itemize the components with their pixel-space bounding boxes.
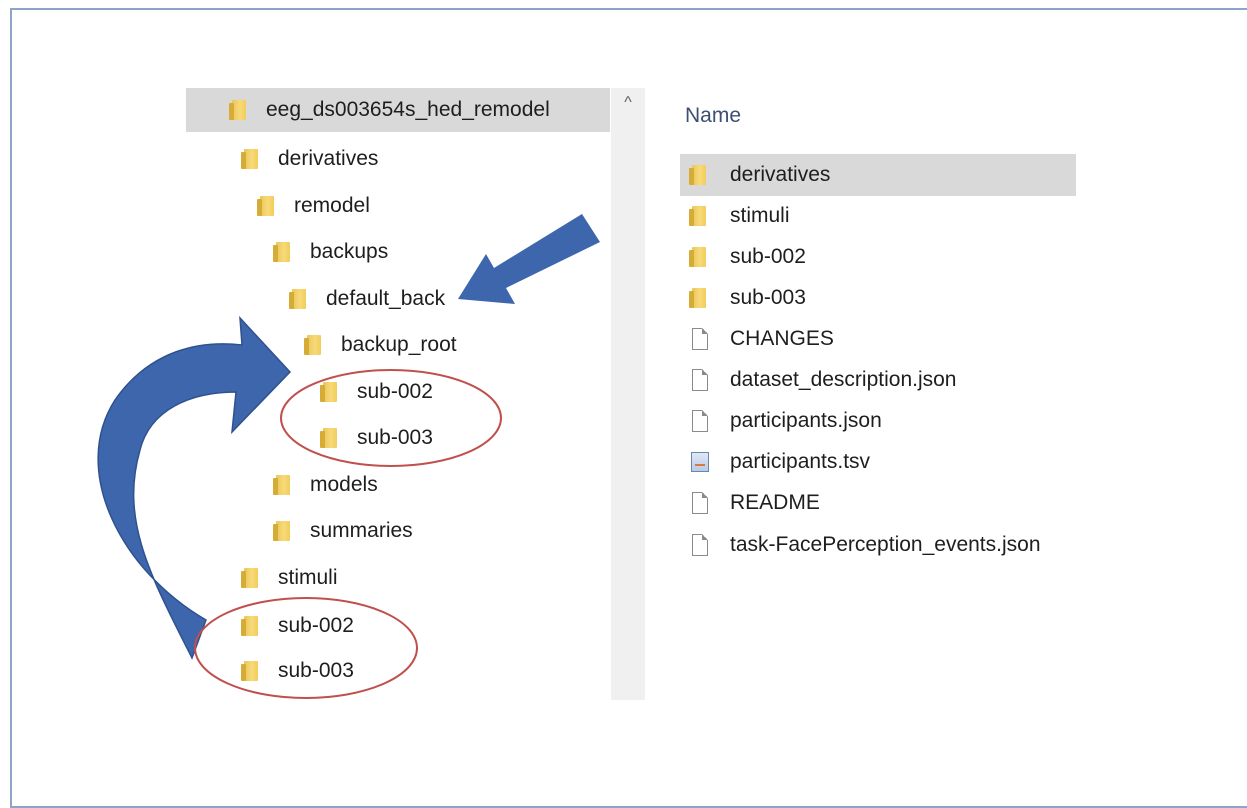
folder-icon — [689, 288, 706, 308]
folder-icon — [689, 206, 706, 226]
file-row-derivatives[interactable]: derivatives — [680, 154, 1076, 196]
tree-item-stimuli[interactable]: stimuli — [241, 556, 338, 600]
file-name: task-FacePerception_events.json — [730, 533, 1041, 556]
tree-item-label: sub-002 — [357, 380, 433, 403]
spreadsheet-icon — [691, 452, 709, 472]
tree-item-summaries[interactable]: summaries — [273, 509, 413, 553]
scroll-up-button[interactable]: ^ — [611, 88, 645, 118]
tree-item-label: derivatives — [278, 147, 379, 170]
tree-item-label: sub-003 — [278, 659, 354, 682]
tree-item-label: summaries — [310, 519, 413, 542]
folder-icon — [304, 335, 321, 355]
file-row-dataset-description[interactable]: dataset_description.json — [680, 359, 1076, 401]
file-name: stimuli — [730, 204, 790, 227]
tree-scrollbar[interactable]: ^ — [611, 88, 645, 700]
tree-item-remodel[interactable]: remodel — [257, 184, 370, 228]
tree-item-sub-003[interactable]: sub-003 — [241, 649, 354, 693]
tree-item-label: default_back — [326, 287, 446, 310]
folder-icon — [241, 661, 258, 681]
tree-item-root[interactable]: eeg_ds003654s_hed_remodel — [186, 88, 610, 132]
tree-item-label: sub-002 — [278, 614, 354, 637]
tree-item-backup-sub-002[interactable]: sub-002 — [320, 370, 433, 414]
file-row-readme[interactable]: README — [680, 482, 1076, 524]
folder-icon — [689, 247, 706, 267]
file-name: README — [730, 491, 820, 514]
tree-item-backups[interactable]: backups — [273, 230, 389, 274]
file-name: participants.json — [730, 409, 882, 432]
document-icon — [692, 492, 708, 514]
folder-icon — [273, 242, 290, 262]
folder-icon — [257, 196, 274, 216]
file-name: sub-003 — [730, 286, 806, 309]
column-header-name[interactable]: Name — [685, 104, 741, 128]
file-row-stimuli[interactable]: stimuli — [680, 195, 1076, 237]
folder-icon — [320, 428, 337, 448]
tree-item-label: backup_root — [341, 333, 457, 356]
tree-item-derivatives[interactable]: derivatives — [241, 137, 379, 181]
file-row-sub-003[interactable]: sub-003 — [680, 277, 1076, 319]
document-icon — [692, 328, 708, 350]
document-icon — [692, 369, 708, 391]
tree-item-label: stimuli — [278, 566, 338, 589]
folder-icon — [289, 289, 306, 309]
chevron-up-icon: ^ — [624, 94, 632, 111]
folder-icon — [241, 616, 258, 636]
folder-icon — [241, 149, 258, 169]
folder-icon — [320, 382, 337, 402]
tree-item-label: backups — [310, 240, 389, 263]
folder-icon — [273, 521, 290, 541]
file-name: participants.tsv — [730, 450, 871, 473]
document-icon — [692, 534, 708, 556]
tree-item-label: eeg_ds003654s_hed_remodel — [266, 98, 550, 121]
tree-item-backup-sub-003[interactable]: sub-003 — [320, 416, 433, 460]
file-name: CHANGES — [730, 327, 834, 350]
tree-item-label: sub-003 — [357, 426, 433, 449]
tree-item-label: models — [310, 473, 378, 496]
file-name: dataset_description.json — [730, 368, 957, 391]
file-row-participants-json[interactable]: participants.json — [680, 400, 1076, 442]
document-icon — [692, 410, 708, 432]
file-row-participants-tsv[interactable]: participants.tsv — [680, 441, 1076, 483]
file-name: derivatives — [730, 163, 831, 186]
file-row-sub-002[interactable]: sub-002 — [680, 236, 1076, 278]
file-row-task-events[interactable]: task-FacePerception_events.json — [680, 524, 1076, 566]
tree-item-sub-002[interactable]: sub-002 — [241, 604, 354, 648]
tree-item-label: remodel — [294, 194, 370, 217]
file-row-changes[interactable]: CHANGES — [680, 318, 1076, 360]
folder-icon — [241, 568, 258, 588]
tree-item-backup-root[interactable]: backup_root — [304, 323, 457, 367]
folder-icon — [689, 165, 706, 185]
folder-icon — [273, 475, 290, 495]
folder-icon — [229, 100, 246, 120]
tree-item-default-back[interactable]: default_back — [289, 277, 446, 321]
tree-item-models[interactable]: models — [273, 463, 378, 507]
file-name: sub-002 — [730, 245, 806, 268]
